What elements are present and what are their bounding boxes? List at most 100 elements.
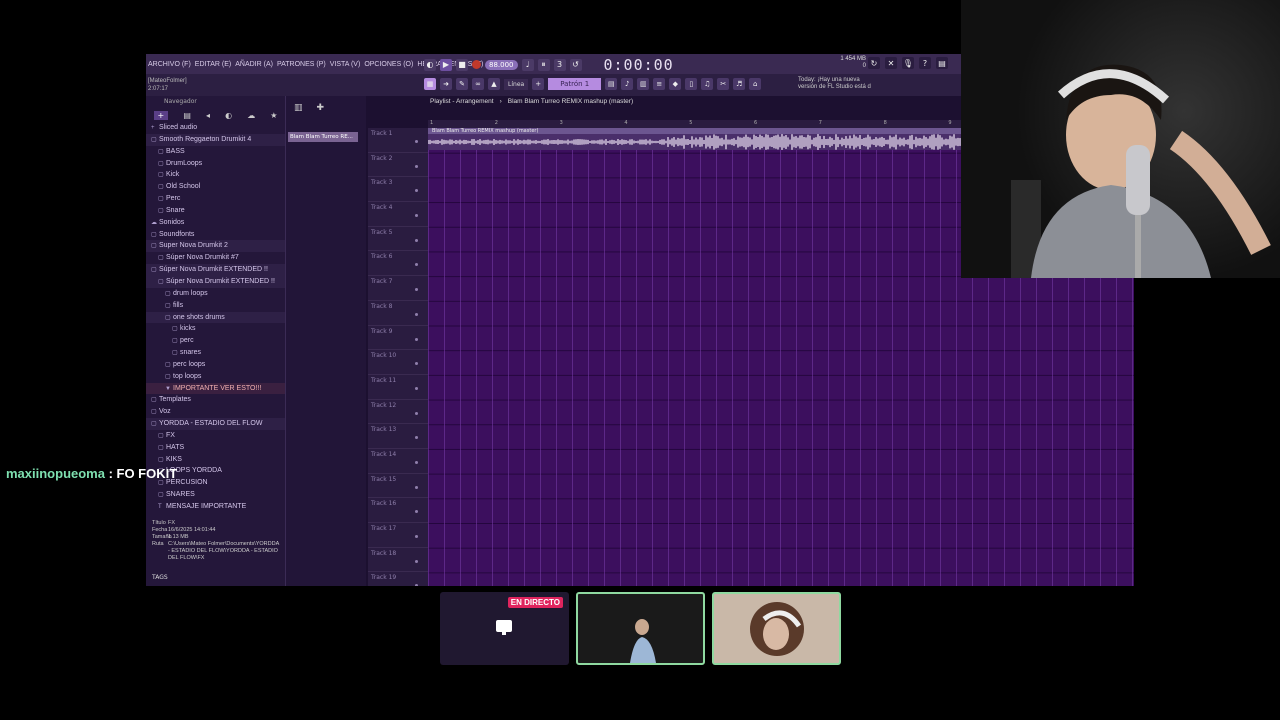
menu-item[interactable]: EDITAR (E) — [193, 61, 233, 68]
browser-folder[interactable]: ▢ drum loops — [146, 288, 285, 300]
browser-folder[interactable]: ▢ perc loops — [146, 359, 285, 371]
menu-item[interactable]: VISTA (V) — [328, 61, 363, 68]
track-header[interactable]: Track 6 — [368, 251, 428, 277]
menu-item[interactable]: PATRONES (P) — [275, 61, 328, 68]
track-mute-led-icon[interactable] — [415, 535, 418, 538]
cut-icon[interactable]: ✂ — [717, 78, 730, 90]
track-header[interactable]: Track 10 — [368, 350, 428, 375]
browser-folder[interactable]: ▢ BASS — [146, 146, 285, 158]
track-mute-led-icon[interactable] — [415, 312, 418, 316]
pattern-clip[interactable]: Blam Blam Turreo RE... — [288, 132, 358, 142]
cloud-tab-icon[interactable]: ☁ — [247, 111, 255, 120]
playlist-icon[interactable]: ▤ — [605, 78, 618, 90]
browser-folder[interactable]: ▢ SNARES — [146, 489, 285, 501]
track-mute-led-icon[interactable] — [415, 510, 418, 514]
track-header[interactable]: Track 7 — [368, 276, 428, 301]
tags-label[interactable]: TAGS — [152, 574, 168, 581]
browser-folder[interactable]: ▢ top loops — [146, 371, 285, 383]
track-mute-led-icon[interactable] — [415, 362, 418, 366]
stamp-icon[interactable]: ▲ — [488, 78, 500, 90]
track-mute-led-icon[interactable] — [415, 164, 418, 168]
browser-folder[interactable]: ▢ kicks — [146, 323, 285, 335]
refresh-icon[interactable]: ↻ — [868, 57, 880, 69]
stop-button[interactable]: ■ — [456, 58, 468, 71]
track-mute-led-icon[interactable] — [415, 460, 418, 464]
browser-folder[interactable]: ☁ Sonidos — [146, 217, 285, 229]
metronome-icon[interactable]: ♩ — [521, 58, 534, 71]
browser-folder[interactable]: ▢ DrumLoops — [146, 158, 285, 170]
track-header[interactable]: Track 13 — [368, 424, 428, 449]
playlist-view-icon[interactable]: ▦ — [424, 78, 436, 90]
browser-folder[interactable]: ▢ KIKS — [146, 454, 285, 466]
all-tab-icon[interactable]: + — [153, 110, 169, 120]
track-mute-led-icon[interactable] — [415, 584, 418, 586]
touch-keyboard-icon[interactable]: ♫ — [701, 78, 714, 90]
countdown-icon[interactable]: 3 — [553, 58, 566, 71]
browser-folder[interactable]: ▢ Old School — [146, 181, 285, 193]
screen-share-thumbnail[interactable]: EN DIRECTO — [440, 592, 569, 665]
track-header[interactable]: Track 4 — [368, 202, 428, 227]
browser-folder[interactable]: ▢ Soundfonts — [146, 229, 285, 241]
browser-folder[interactable]: ▢ Súper Nova Drumkit #7 — [146, 252, 285, 264]
favorites-tab-icon[interactable]: ★ — [270, 111, 277, 120]
plugin-icon[interactable]: ◆ — [669, 78, 682, 90]
tools-icon[interactable]: ✕ — [885, 57, 897, 69]
save-icon[interactable]: ▤ — [936, 57, 948, 69]
snap-select[interactable]: Línea — [504, 78, 529, 90]
browser-folder[interactable]: + Sliced audio — [146, 122, 285, 134]
track-header[interactable]: Track 14 — [368, 449, 428, 474]
current-project-tab-icon[interactable]: ◂ — [206, 111, 210, 120]
browser-folder[interactable]: ▢ perc — [146, 335, 285, 347]
browser-folder[interactable]: ▢ Perc — [146, 193, 285, 205]
track-header[interactable]: Track 8 — [368, 301, 428, 326]
news-panel[interactable]: Today: ¡Hay una nueva versión de FL Stud… — [798, 77, 871, 91]
track-mute-led-icon[interactable] — [415, 140, 418, 143]
browser-folder[interactable]: ▢ Súper Nova Drumkit EXTENDED !! — [146, 264, 285, 276]
mixer-icon[interactable]: ≡ — [653, 78, 666, 90]
browser-folder[interactable]: ▢ snares — [146, 347, 285, 359]
wait-icon[interactable]: ⏸ — [537, 58, 550, 71]
arrow-icon[interactable]: ➜ — [440, 78, 452, 90]
track-mute-led-icon[interactable] — [415, 238, 418, 242]
track-mute-led-icon[interactable] — [415, 386, 418, 390]
channel-rack-icon[interactable]: ▥ — [637, 78, 650, 90]
shop-icon[interactable]: ⌂ — [749, 78, 762, 90]
tempo-display[interactable]: 88.000 — [485, 59, 518, 70]
browser-folder[interactable]: ▢ Smooth Reggaeton Drumkit 4 — [146, 133, 285, 146]
track-mute-led-icon[interactable] — [415, 559, 418, 563]
track-mute-led-icon[interactable] — [415, 288, 418, 292]
track-header[interactable]: Track 2 — [368, 153, 428, 178]
browser-folder[interactable]: ▢ Voz — [146, 406, 285, 418]
pattern-select[interactable]: Patrón 1 — [548, 78, 602, 90]
piano-roll-icon[interactable]: ♪ — [621, 78, 634, 90]
track-header[interactable]: Track 19 — [368, 572, 428, 586]
track-mute-led-icon[interactable] — [415, 436, 418, 440]
track-header[interactable]: Track 3 — [368, 177, 428, 203]
browser-folder[interactable]: ▢ fills — [146, 300, 285, 312]
track-mute-led-icon[interactable] — [415, 189, 418, 193]
link-icon[interactable]: ∞ — [472, 78, 484, 90]
track-header[interactable]: Track 11 — [368, 375, 428, 400]
loop-record-icon[interactable]: ↺ — [569, 58, 582, 71]
play-button[interactable]: ▶ — [440, 58, 452, 71]
browser-icon[interactable]: ▯ — [685, 78, 698, 90]
track-header[interactable]: Track 9 — [368, 326, 428, 351]
browser-folder[interactable]: ▢ HATS — [146, 442, 285, 454]
browser-folder[interactable]: ▢ Super Nova Drumkit 2 — [146, 240, 285, 253]
track-header[interactable]: Track 17 — [368, 523, 428, 548]
pattern-song-toggle[interactable]: ◐ — [424, 58, 436, 71]
menu-item[interactable]: OPCIONES (O) — [362, 61, 415, 68]
browser-folder[interactable]: ▢ YORDDA - ESTADIO DEL FLOW — [146, 418, 285, 430]
record-button[interactable] — [472, 60, 481, 69]
menu-item[interactable]: AÑADIR (A) — [233, 61, 275, 68]
mic-icon[interactable]: 🎙 — [902, 57, 914, 69]
guest-thumbnail-1[interactable] — [576, 592, 705, 665]
note-icon[interactable]: ♬ — [733, 78, 746, 90]
browser-folder[interactable]: ▢ one shots drums — [146, 311, 285, 324]
track-header[interactable]: Track 12 — [368, 400, 428, 425]
track-header[interactable]: Track 15 — [368, 474, 428, 499]
menu-item[interactable]: ARCHIVO (F) — [146, 61, 193, 68]
timeline-ruler[interactable]: 1 2 3 4 5 6 7 8 9 — [428, 120, 962, 128]
track-mute-led-icon[interactable] — [415, 263, 418, 267]
browser-folder[interactable]: ▢ Súper Nova Drumkit EXTENDED !! — [146, 275, 285, 288]
